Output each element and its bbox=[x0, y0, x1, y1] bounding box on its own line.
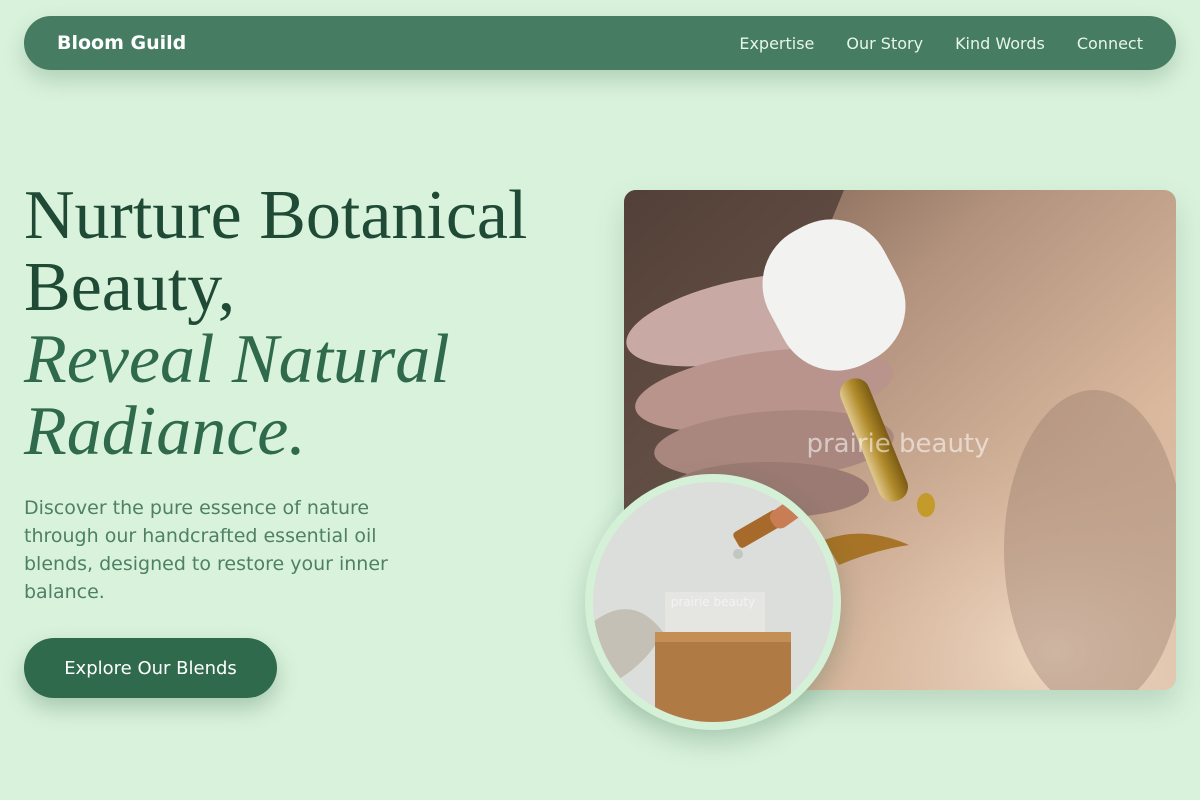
hero-title: Nurture Botanical Beauty, Reveal Natural… bbox=[24, 180, 527, 468]
hero-title-accent-line: Reveal Natural bbox=[24, 321, 450, 398]
hero-title-line: Nurture Botanical bbox=[24, 177, 528, 254]
nav-link-expertise[interactable]: Expertise bbox=[739, 34, 814, 53]
hero-title-line: Beauty, bbox=[24, 249, 236, 326]
circle-image-watermark: prairie beauty bbox=[671, 595, 755, 609]
nav-link-our-story[interactable]: Our Story bbox=[846, 34, 923, 53]
nav-link-kind-words[interactable]: Kind Words bbox=[955, 34, 1045, 53]
hero-description: Discover the pure essence of nature thro… bbox=[24, 497, 388, 603]
oil-bottle-photo: prairie beauty bbox=[593, 482, 833, 722]
brand-logo[interactable]: Bloom Guild bbox=[57, 32, 186, 54]
top-navbar: Bloom Guild Expertise Our Story Kind Wor… bbox=[24, 16, 1176, 70]
nav-links: Expertise Our Story Kind Words Connect bbox=[739, 34, 1143, 53]
main-image-watermark: prairie beauty bbox=[806, 429, 989, 459]
explore-blends-button[interactable]: Explore Our Blends bbox=[24, 638, 277, 698]
hero-circle-image: prairie beauty bbox=[585, 474, 841, 730]
nav-link-connect[interactable]: Connect bbox=[1077, 34, 1143, 53]
hero-title-accent-line: Radiance. bbox=[24, 393, 306, 470]
